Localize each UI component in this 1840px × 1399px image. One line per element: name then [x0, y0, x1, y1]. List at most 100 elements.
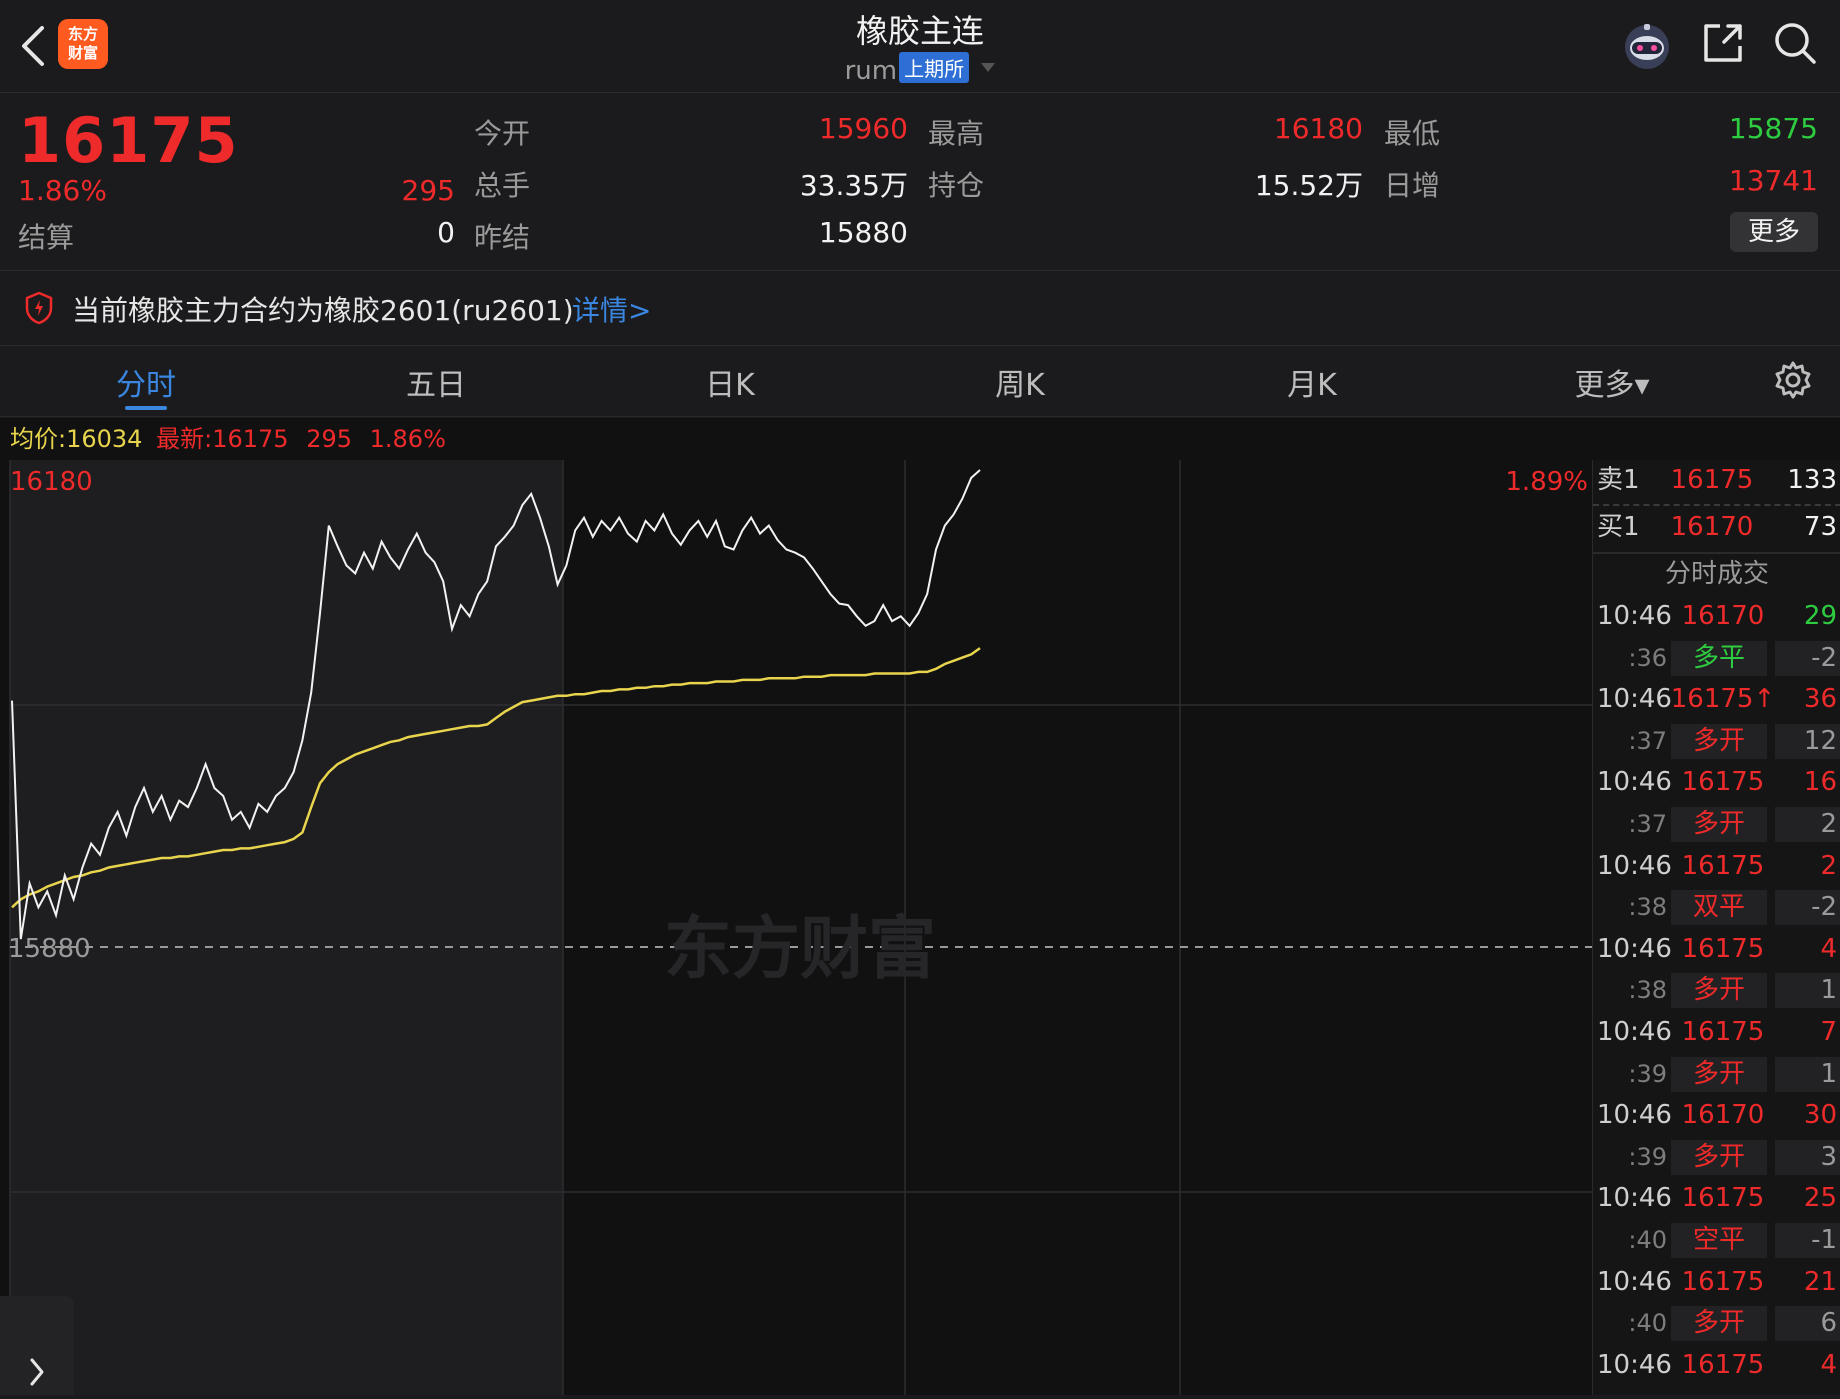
trade-detail-row: :40 空平 -1 — [1593, 1220, 1840, 1261]
settle-value: 0 — [437, 216, 455, 249]
main-contract-notice: 当前橡胶主力合约为橡胶2601(ru2601) 详情> — [0, 270, 1840, 346]
latest-percent: 1.86% — [369, 425, 446, 453]
trade-detail-row: :37 多开 12 — [1593, 721, 1840, 762]
chevron-right-icon — [30, 1358, 44, 1386]
open-label: 今开 — [474, 117, 531, 150]
share-icon[interactable] — [1700, 20, 1746, 66]
high-label: 最高 — [928, 117, 985, 150]
trade-price: 16175 — [1681, 1349, 1765, 1380]
trade-time: 10:46 — [1597, 933, 1672, 964]
trade-price: 16175 — [1681, 767, 1765, 798]
trade-volume: 4 — [1820, 1349, 1837, 1380]
page-title: 橡胶主连 — [855, 12, 984, 50]
trade-detail-volume: -1 — [1775, 1223, 1840, 1258]
open-value: 15960 — [818, 112, 908, 145]
avg-price-value: 16034 — [66, 425, 143, 453]
dropdown-icon — [981, 63, 996, 72]
tab-weekly-k[interactable]: 周K — [940, 360, 1100, 404]
trade-volume: 4 — [1820, 933, 1837, 964]
tab-daily-k[interactable]: 日K — [650, 360, 810, 404]
trade-volume: 2 — [1820, 850, 1837, 881]
trade-detail-row: :39 多开 1 — [1593, 1054, 1840, 1095]
logo-line-2: 财富 — [67, 44, 98, 62]
trade-volume: 30 — [1803, 1100, 1837, 1131]
search-icon[interactable] — [1772, 20, 1818, 66]
trade-type-badge: 多开 — [1671, 1306, 1767, 1342]
trade-volume: 21 — [1803, 1266, 1837, 1297]
notice-text: 当前橡胶主力合约为橡胶2601(ru2601) — [72, 294, 574, 327]
trade-row: 10:46 16170 30 — [1593, 1095, 1840, 1136]
change-value: 295 — [401, 174, 455, 207]
trade-type-badge: 多平 — [1671, 640, 1767, 676]
trade-time: 10:46 — [1597, 850, 1672, 881]
trade-detail-time: :37 — [1628, 810, 1667, 838]
shield-alert-icon — [25, 291, 53, 325]
trade-detail-time: :37 — [1628, 726, 1667, 755]
ask-price: 16175 — [1670, 465, 1754, 495]
last-price: 16175 — [18, 104, 239, 177]
period-tabs: 分时 五日 日K 周K 月K 更多▾ — [0, 346, 1840, 417]
trade-time: 10:46 — [1597, 1266, 1672, 1297]
order-book-panel: 卖1 16175 133 买1 16170 73 分时成交 10:46 16170… — [1592, 460, 1840, 1395]
trade-volume: 16 — [1803, 767, 1837, 798]
trade-price: 16175 — [1681, 1266, 1765, 1297]
tab-more[interactable]: 更多▾ — [1532, 360, 1692, 404]
trade-detail-row: :39 多开 3 — [1593, 1137, 1840, 1178]
volume-label: 总手 — [474, 169, 531, 202]
trade-row: 10:46 16175 4 — [1593, 1345, 1840, 1386]
trade-volume: 25 — [1803, 1183, 1837, 1214]
active-tab-indicator — [125, 406, 167, 410]
ask-volume: 133 — [1787, 465, 1837, 495]
high-value: 16180 — [1273, 112, 1363, 145]
intraday-chart[interactable]: 东方财富 16180 1.89% 15880 — [0, 460, 1592, 1395]
app-logo[interactable]: 东方 财富 — [58, 19, 108, 69]
chart-top-percent-label: 1.89% — [1505, 467, 1588, 497]
tab-monthly-k[interactable]: 月K — [1232, 360, 1392, 404]
trade-type-badge: 双平 — [1671, 890, 1767, 926]
tab-intraday[interactable]: 分时 — [66, 360, 226, 404]
trade-detail-volume: -2 — [1775, 890, 1840, 926]
robot-assistant-icon[interactable] — [1620, 18, 1674, 72]
trade-price: 16175↑ — [1670, 684, 1776, 715]
trade-detail-volume: 1 — [1775, 973, 1840, 1009]
ask-label: 卖1 — [1597, 465, 1640, 495]
trade-type-badge: 多开 — [1671, 723, 1767, 759]
prev-settle-label: 昨结 — [474, 221, 531, 254]
trade-detail-row: :40 多开 6 — [1593, 1303, 1840, 1344]
trade-volume: 36 — [1803, 684, 1837, 715]
gear-icon[interactable] — [1773, 360, 1813, 400]
notice-details-link[interactable]: 详情> — [572, 289, 651, 329]
trade-price: 16175 — [1681, 1017, 1765, 1047]
trade-price: 16175 — [1681, 933, 1765, 964]
trade-row: 10:46 16175 25 — [1593, 1178, 1840, 1219]
trade-row: 10:46 16175 4 — [1593, 929, 1840, 970]
more-quote-button[interactable]: 更多 — [1730, 212, 1818, 252]
trade-row: 10:46 16175 16 — [1593, 762, 1840, 803]
tab-five-day[interactable]: 五日 — [356, 360, 516, 404]
daily-increase-label: 日增 — [1384, 169, 1441, 202]
trade-price: 16175 — [1681, 1183, 1765, 1214]
latest-price: 16175 — [212, 425, 289, 453]
trade-time: 10:46 — [1597, 767, 1672, 798]
logo-line-1: 东方 — [67, 25, 98, 43]
back-icon[interactable] — [14, 22, 54, 70]
expand-panel-button[interactable] — [0, 1296, 74, 1395]
orderbook-divider — [1593, 504, 1840, 506]
trade-detail-volume: 12 — [1775, 723, 1840, 759]
contract-code: rum — [844, 56, 898, 86]
chart-info-line: 均价:16034 最新:16175 295 1.86% — [0, 418, 1840, 460]
latest-label: 最新: — [156, 425, 213, 453]
trade-time: 10:46 — [1597, 1100, 1672, 1131]
trade-detail-time: :40 — [1628, 1309, 1667, 1338]
trade-row: 10:46 16175 2 — [1593, 846, 1840, 887]
latest-change: 295 — [306, 425, 352, 453]
trade-time: 10:46 — [1597, 684, 1672, 715]
trade-time: 10:46 — [1597, 1183, 1672, 1214]
trade-detail-row: :38 多开 1 — [1593, 970, 1840, 1011]
open-interest-label: 持仓 — [928, 169, 985, 202]
trade-price: 16170 — [1681, 1100, 1765, 1131]
trade-type-badge: 多开 — [1671, 1056, 1767, 1092]
contract-selector[interactable]: rum 上期所 — [720, 52, 1120, 86]
trade-detail-volume: -2 — [1775, 640, 1840, 676]
trade-time: 10:46 — [1597, 1017, 1672, 1047]
